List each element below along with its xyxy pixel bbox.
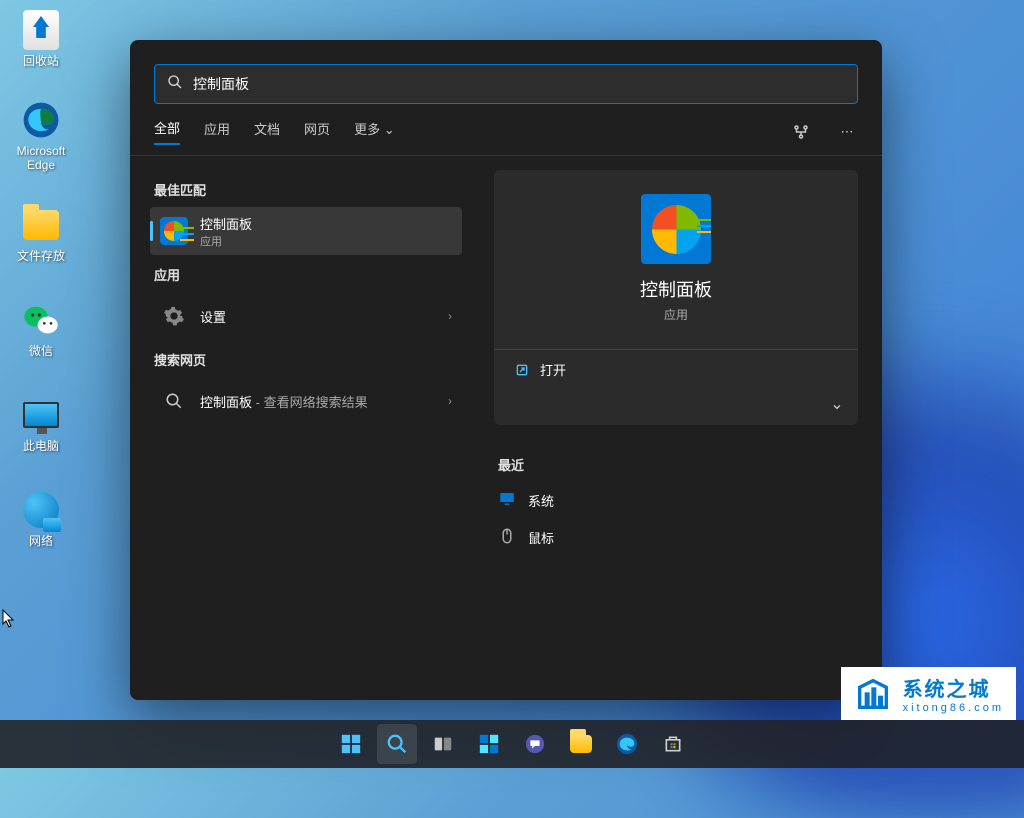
folder-icon [21, 205, 61, 245]
watermark: 系统之城 xitong86.com [841, 667, 1016, 720]
tab-docs[interactable]: 文档 [254, 119, 280, 144]
task-view-button[interactable] [423, 724, 463, 764]
edge-button[interactable] [607, 724, 647, 764]
search-panel: 全部 应用 文档 网页 更多 ⌄ ⋯ 最佳匹配 控制面板 应用 应用 设置 [130, 40, 882, 700]
tab-apps[interactable]: 应用 [204, 119, 230, 144]
chevron-down-icon: ⌄ [384, 122, 395, 137]
group-best-match: 最佳匹配 [154, 180, 458, 199]
result-control-panel[interactable]: 控制面板 应用 [150, 207, 462, 255]
wechat-shortcut[interactable]: 微信 [6, 300, 76, 358]
cursor-icon [2, 609, 16, 634]
recent-system[interactable]: 系统 [494, 482, 858, 519]
search-input-container[interactable] [154, 64, 858, 104]
tab-web[interactable]: 网页 [304, 119, 330, 144]
recent-label: 最近 [498, 455, 854, 474]
results-list: 最佳匹配 控制面板 应用 应用 设置 › 搜索网页 [130, 156, 470, 700]
folder-files[interactable]: 文件存放 [6, 205, 76, 263]
edge-icon [21, 100, 61, 140]
recycle-bin-icon [21, 10, 61, 50]
monitor-small-icon [498, 490, 516, 511]
widgets-button[interactable] [469, 724, 509, 764]
search-icon [167, 74, 183, 95]
result-web-search[interactable]: 控制面板 - 查看网络搜索结果 › [150, 377, 462, 425]
watermark-logo-icon [853, 674, 893, 714]
store-button[interactable] [653, 724, 693, 764]
group-apps: 应用 [154, 265, 458, 284]
recent-mouse[interactable]: 鼠标 [494, 519, 858, 556]
preview-card: 控制面板 应用 打开 ⌄ [494, 170, 858, 425]
open-button[interactable]: 打开 [514, 360, 566, 379]
chevron-right-icon: › [448, 309, 452, 323]
start-button[interactable] [331, 724, 371, 764]
recycle-bin[interactable]: 回收站 [6, 10, 76, 68]
wechat-icon [21, 300, 61, 340]
explorer-button[interactable] [561, 724, 601, 764]
monitor-icon [21, 395, 61, 435]
edge-shortcut[interactable]: Microsoft Edge [6, 100, 76, 173]
group-web: 搜索网页 [154, 350, 458, 369]
taskbar [0, 720, 1024, 768]
control-panel-icon [641, 194, 711, 264]
chevron-down-icon[interactable]: ⌄ [826, 393, 848, 415]
tab-all[interactable]: 全部 [154, 118, 180, 145]
chevron-right-icon: › [448, 394, 452, 408]
globe-icon [21, 490, 61, 530]
search-tabs: 全部 应用 文档 网页 更多 ⌄ ⋯ [130, 104, 882, 156]
search-icon [160, 387, 188, 415]
network[interactable]: 网络 [6, 490, 76, 548]
search-button[interactable] [377, 724, 417, 764]
tab-more[interactable]: 更多 ⌄ [354, 119, 395, 144]
mouse-icon [498, 527, 516, 548]
result-settings[interactable]: 设置 › [150, 292, 462, 340]
gear-icon [160, 302, 188, 330]
search-input[interactable] [193, 76, 845, 92]
preview-pane: 控制面板 应用 打开 ⌄ 最近 系统 [470, 156, 882, 700]
chat-button[interactable] [515, 724, 555, 764]
flow-icon[interactable] [790, 121, 812, 143]
this-pc[interactable]: 此电脑 [6, 395, 76, 453]
more-icon[interactable]: ⋯ [836, 121, 858, 143]
control-panel-icon [160, 217, 188, 245]
